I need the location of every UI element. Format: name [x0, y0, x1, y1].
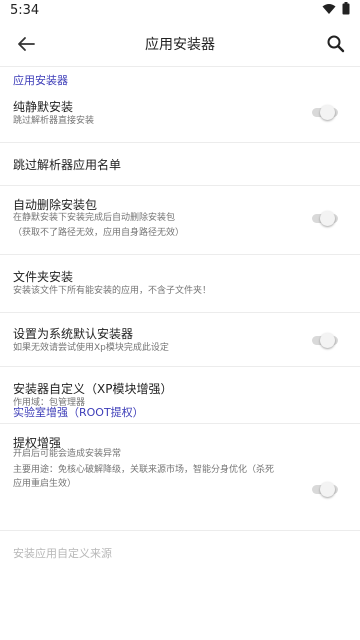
section-header-installer: 应用安装器: [13, 74, 68, 87]
pref-auto-delete-package[interactable]: 自动删除安装包 在静默安装下安装完成后自动删除安装包 （获取不了路径无效，应用自…: [0, 186, 360, 252]
pref-title: 自动删除安装包: [13, 198, 98, 212]
root-enhance-toggle[interactable]: [312, 482, 338, 497]
pref-default-installer[interactable]: 设置为系统默认安装器 如果无效请尝试使用Xp模块完成此设定: [0, 313, 360, 365]
pref-root-enhance[interactable]: 提权增强 开启后可能会造成安装异常 主要用途：免核心破解降级，关联来源市场，智能…: [0, 426, 360, 521]
wifi-icon: [322, 3, 336, 14]
pref-summary: 跳过解析器直接安装: [13, 116, 95, 126]
pref-custom-install-source: 安装应用自定义来源: [0, 531, 360, 571]
section-header-lab: 实验室增强（ROOT提权）: [13, 406, 144, 419]
pref-title: 跳过解析器应用名单: [13, 158, 122, 172]
pref-summary: 在静默安装下安装完成后自动删除安装包: [13, 213, 176, 223]
pref-summary-purpose-cont: 应用重启生效）: [13, 479, 77, 489]
pref-summary: 开启后可能会造成安装异常: [13, 449, 122, 459]
divider: [0, 423, 360, 424]
app-bar: 应用安装器: [0, 22, 360, 66]
search-icon: [327, 35, 345, 53]
pref-summary-purpose: 主要用途：免核心破解降级，关联来源市场，智能分身优化（杀死: [13, 465, 275, 475]
toggle-thumb: [320, 482, 335, 497]
toggle-thumb: [320, 211, 335, 226]
pref-title: 纯静默安装: [13, 100, 74, 114]
pref-skip-parser-list[interactable]: 跳过解析器应用名单: [0, 143, 360, 185]
status-icons: [322, 2, 350, 15]
pref-title: 安装器自定义（XP模块增强）: [13, 382, 173, 396]
pref-title: 文件夹安装: [13, 270, 74, 284]
pref-summary: 如果无效请尝试使用Xp模块完成此设定: [13, 343, 169, 353]
pref-folder-install[interactable]: 文件夹安装 安装该文件下所有能安装的应用，不含子文件夹！: [0, 255, 360, 310]
pref-summary: 安装该文件下所有能安装的应用，不含子文件夹！: [13, 286, 212, 296]
default-installer-toggle[interactable]: [312, 333, 338, 348]
battery-icon: [342, 2, 350, 15]
search-button[interactable]: [322, 30, 350, 58]
divider: [0, 66, 360, 67]
status-time: 5:34: [10, 3, 40, 18]
page-title: 应用安装器: [145, 37, 215, 53]
pref-title-disabled: 安装应用自定义来源: [13, 547, 112, 560]
status-bar: 5:34: [0, 0, 360, 22]
silent-install-toggle[interactable]: [312, 105, 338, 120]
toggle-thumb: [320, 105, 335, 120]
pref-title: 设置为系统默认安装器: [13, 327, 134, 341]
pref-silent-install[interactable]: 纯静默安装 跳过解析器直接安装: [0, 92, 360, 142]
auto-delete-toggle[interactable]: [312, 211, 338, 226]
pref-summary-note: （获取不了路径无效，应用自身路径无效）: [13, 228, 185, 238]
toggle-thumb: [320, 333, 335, 348]
